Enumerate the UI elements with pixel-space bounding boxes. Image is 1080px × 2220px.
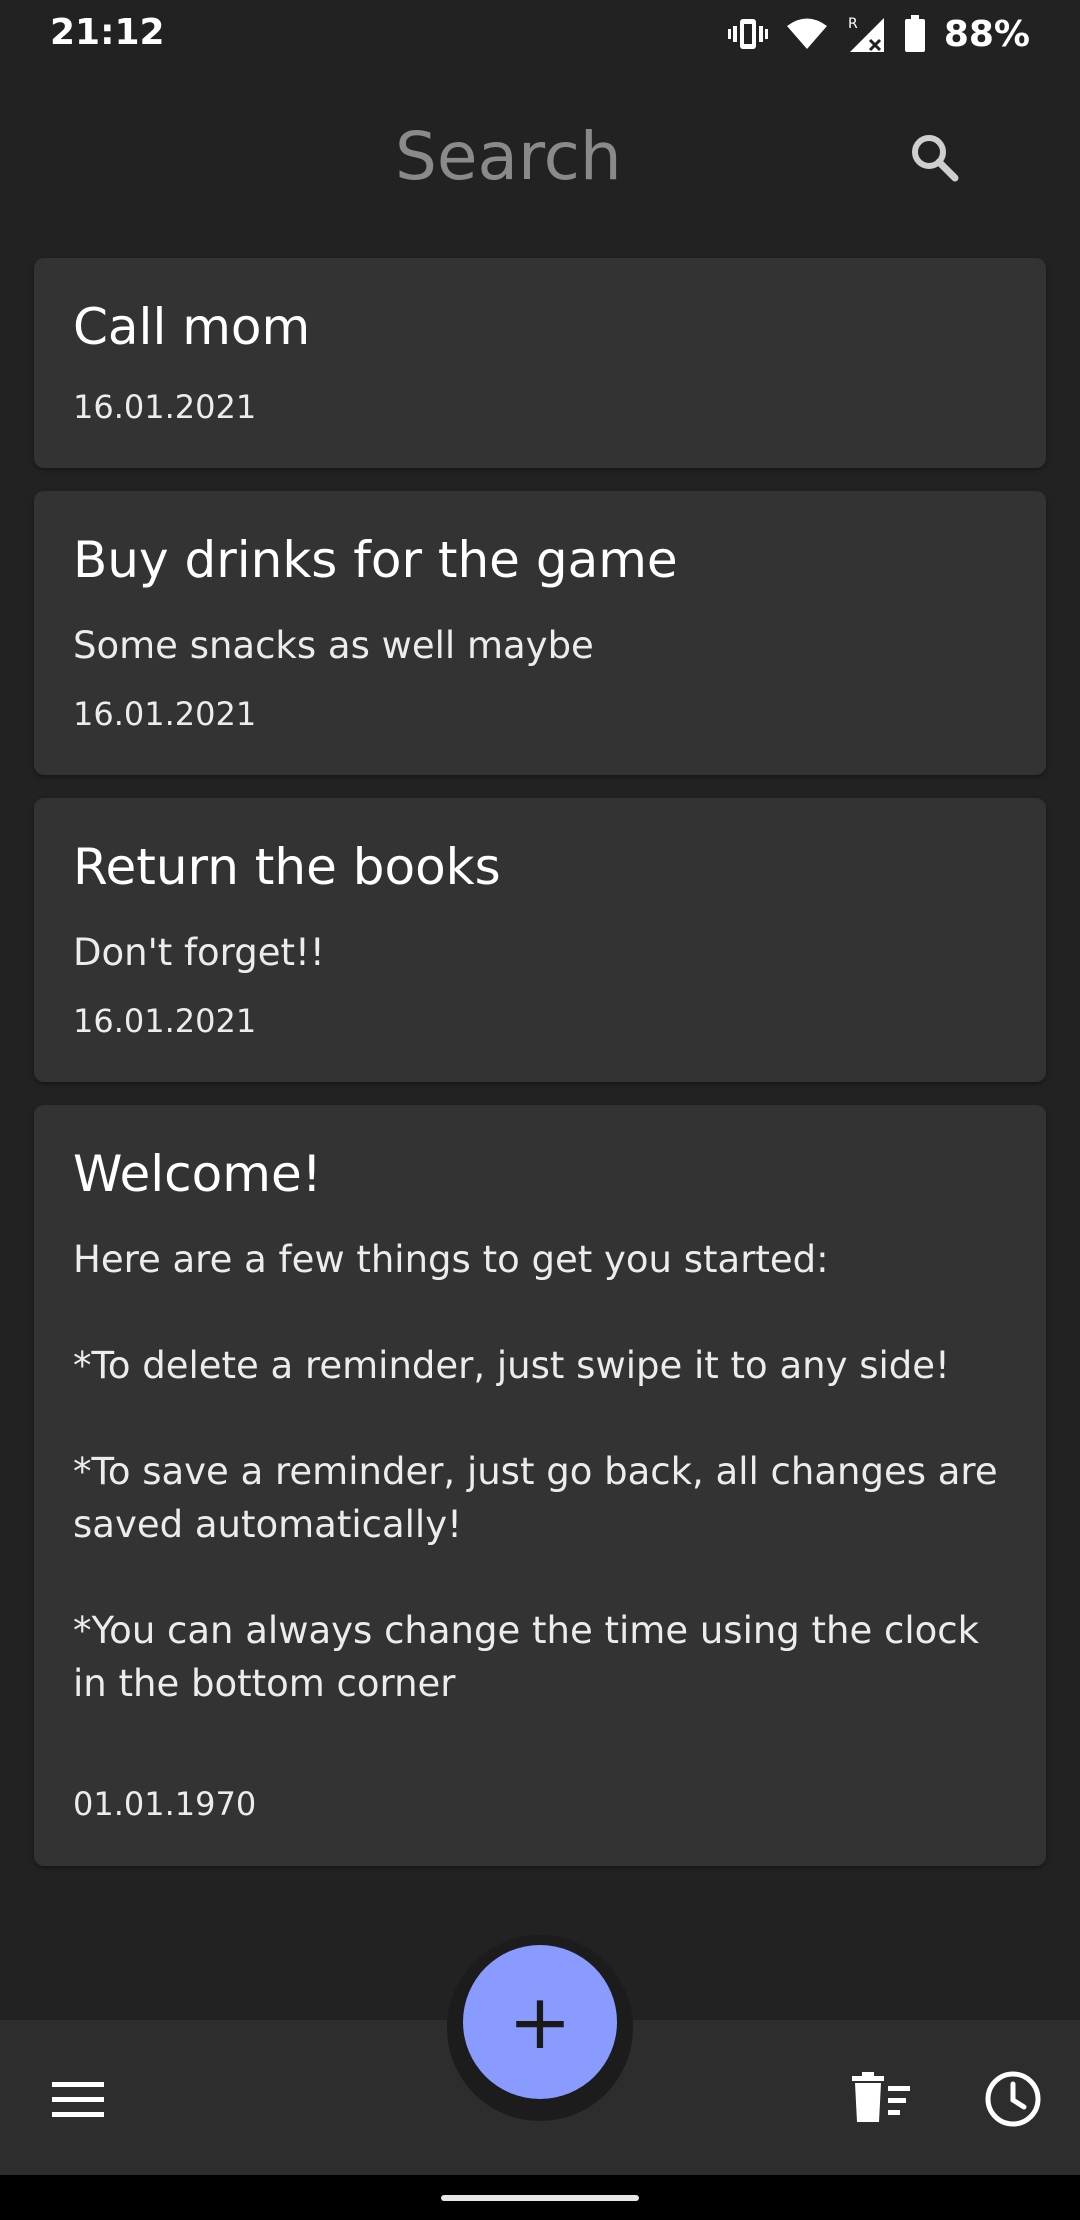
- reminder-date: 01.01.1970: [73, 1785, 257, 1823]
- plus-icon: +: [508, 1977, 572, 2066]
- delete-all-button[interactable]: [850, 2072, 912, 2124]
- reminder-title: Buy drinks for the game: [73, 531, 678, 589]
- wifi-icon: [786, 18, 827, 49]
- search-bar[interactable]: Search: [0, 110, 1080, 210]
- reminder-card[interactable]: Return the books Don't forget!! 16.01.20…: [34, 798, 1046, 1082]
- search-icon: [912, 135, 959, 182]
- reminder-date: 16.01.2021: [73, 1002, 257, 1040]
- reminder-body: Don't forget!!: [73, 931, 325, 974]
- reminder-card[interactable]: Buy drinks for the game Some snacks as w…: [34, 491, 1046, 775]
- reminder-title: Welcome!: [73, 1145, 322, 1203]
- reminder-card[interactable]: Welcome! Here are a few things to get yo…: [34, 1105, 1046, 1866]
- reminder-card[interactable]: Call mom 16.01.2021: [34, 258, 1046, 468]
- menu-icon: [52, 2082, 104, 2117]
- reminder-body: Here are a few things to get you started…: [73, 1238, 998, 1705]
- reminder-body: Some snacks as well maybe: [73, 624, 594, 667]
- menu-button[interactable]: [52, 2080, 104, 2120]
- battery-icon: [904, 15, 925, 52]
- vibrate-icon: [727, 19, 768, 49]
- delete-sweep-icon: [852, 2072, 910, 2122]
- search-input[interactable]: Search: [395, 118, 622, 195]
- add-reminder-button[interactable]: +: [463, 1945, 617, 2099]
- reminder-date: 16.01.2021: [73, 695, 257, 733]
- signal-roaming-icon: R: [848, 16, 884, 52]
- status-time: 21:12: [50, 12, 165, 53]
- home-indicator[interactable]: [441, 2195, 639, 2201]
- battery-percentage: 88%: [943, 13, 1030, 55]
- reminder-title: Call mom: [73, 298, 311, 356]
- clock-icon: [985, 2071, 1041, 2127]
- status-bar: 21:12 R 88%: [0, 0, 1080, 70]
- time-button[interactable]: [984, 2070, 1042, 2128]
- search-button[interactable]: [905, 128, 965, 188]
- status-icons: R 88%: [727, 12, 1030, 56]
- reminder-title: Return the books: [73, 838, 501, 896]
- reminder-date: 16.01.2021: [73, 388, 257, 426]
- system-nav-bar: [0, 2175, 1080, 2220]
- svg-text:R: R: [848, 16, 858, 32]
